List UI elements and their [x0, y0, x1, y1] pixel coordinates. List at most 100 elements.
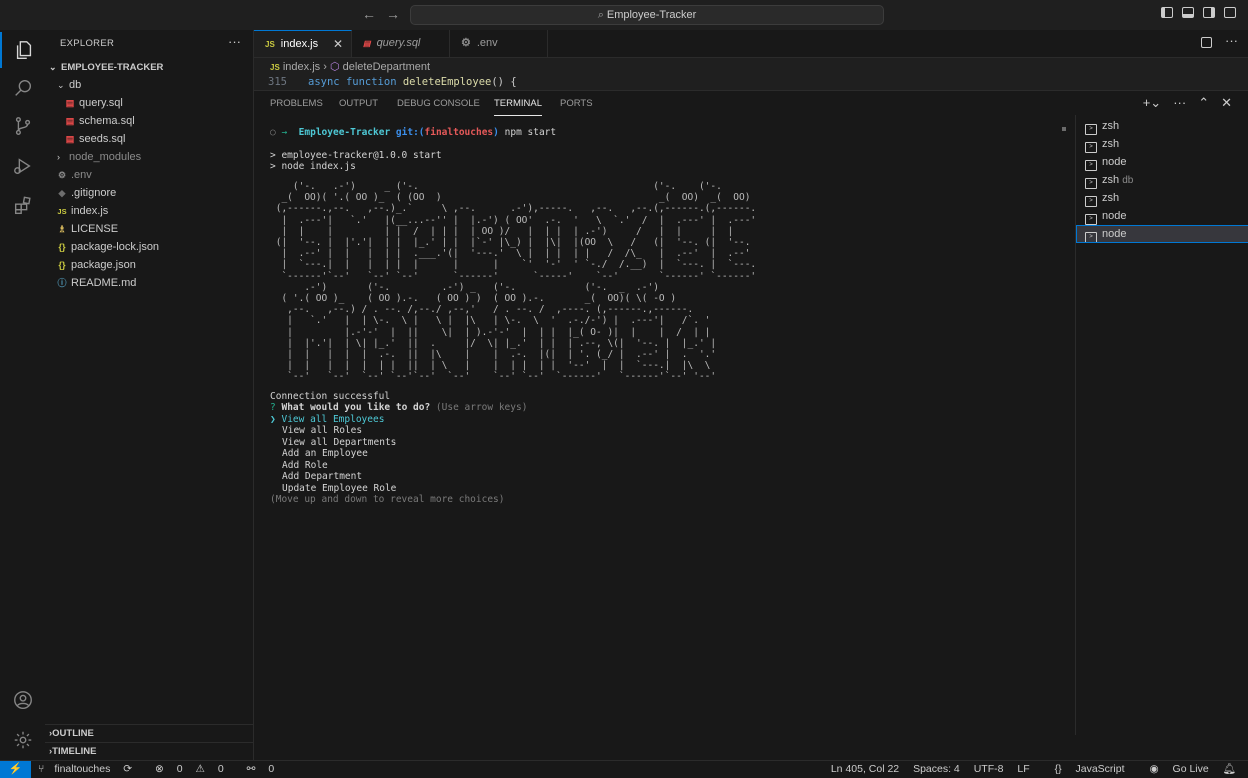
gear-icon: ⚙: [461, 37, 471, 49]
menu-choice[interactable]: View all Departments: [282, 437, 396, 449]
panel-actions: +⌄ ··· ⌃ ✕: [1143, 95, 1232, 111]
extensions-icon[interactable]: [0, 188, 45, 224]
tab-query-sql[interactable]: ▤ query.sql: [352, 30, 450, 57]
maximize-panel-chevron-up-icon[interactable]: ⌃: [1198, 95, 1209, 111]
database-file-icon: ▤: [65, 134, 75, 144]
accounts-icon[interactable]: [0, 682, 45, 718]
new-terminal-plus-icon[interactable]: +⌄: [1143, 95, 1161, 111]
toggle-primary-sidebar-icon[interactable]: [1161, 7, 1173, 18]
outline-section[interactable]: ›OUTLINE: [45, 724, 257, 743]
tree-item-index-js[interactable]: JS index.js: [45, 202, 263, 220]
menu-choice[interactable]: Update Employee Role: [282, 483, 396, 495]
menu-choice[interactable]: Add an Employee: [282, 448, 368, 460]
tree-item-schema-sql[interactable]: ▤ schema.sql: [45, 112, 271, 130]
menu-choice[interactable]: Add Department: [282, 471, 362, 483]
language-label: JavaScript: [1075, 763, 1125, 775]
arrow-right-icon[interactable]: →: [386, 6, 410, 22]
chevron-right-icon: ›: [323, 61, 330, 73]
tree-item-seeds-sql[interactable]: ▤ seeds.sql: [45, 130, 271, 148]
navigation-arrows: ←→: [362, 6, 410, 22]
tree-item-env[interactable]: ⚙ .env: [45, 166, 263, 184]
code-keyword: async: [308, 76, 340, 88]
json-file-icon: {}: [58, 242, 66, 252]
notifications-bell-icon[interactable]: 🔔︎: [1223, 763, 1236, 775]
root-folder-label: EMPLOYEE-TRACKER: [61, 62, 164, 73]
explorer-more-actions-icon[interactable]: ···: [228, 34, 241, 49]
tree-item-package-json[interactable]: {} package.json: [45, 256, 263, 274]
terminal-icon: >: [1085, 196, 1097, 207]
menu-choice[interactable]: Add Role: [282, 460, 328, 472]
run-and-debug-icon[interactable]: [0, 148, 45, 184]
explorer-root-folder[interactable]: ⌄ EMPLOYEE-TRACKER: [45, 58, 257, 76]
terminal-instance-zsh-db[interactable]: > zsh db: [1076, 171, 1248, 189]
customize-layout-icon[interactable]: [1224, 7, 1236, 18]
tab-problems[interactable]: PROBLEMS: [270, 97, 323, 115]
git-close: ): [493, 127, 499, 138]
terminal-instance-node[interactable]: > node: [1076, 207, 1248, 225]
explorer-icon[interactable]: [0, 32, 45, 68]
close-icon[interactable]: ✕: [333, 31, 343, 58]
git-branch-status[interactable]: ⑂ finaltouches ⟳: [38, 763, 142, 775]
command-center-label: Employee-Tracker: [606, 9, 697, 21]
database-file-icon: ▤: [363, 39, 371, 48]
javascript-file-icon: JS: [57, 207, 67, 216]
breadcrumb-symbol[interactable]: deleteDepartment: [343, 61, 430, 73]
encoding[interactable]: UTF-8: [974, 763, 1004, 775]
toggle-panel-icon[interactable]: [1182, 7, 1194, 18]
tree-item-label: seeds.sql: [79, 133, 126, 145]
code-editor[interactable]: 315 async function deleteEmployee() {: [254, 76, 1248, 90]
tree-item-db[interactable]: ⌄ db: [45, 76, 265, 94]
language-mode[interactable]: {} JavaScript: [1044, 763, 1125, 775]
chevron-right-icon: ›: [57, 152, 60, 162]
terminal-instance-node-selected[interactable]: > node: [1076, 225, 1248, 243]
more-actions-icon[interactable]: ···: [1173, 95, 1186, 111]
code-punctuation: () {: [491, 76, 517, 88]
tab-index-js[interactable]: JS index.js ✕: [254, 30, 352, 57]
tree-item-query-sql[interactable]: ▤ query.sql: [45, 94, 271, 112]
tree-item-license[interactable]: ♗ LICENSE: [45, 220, 263, 238]
problems-status[interactable]: ⊗ 0 ⚠ 0: [155, 763, 234, 775]
tab-env[interactable]: ⚙ .env: [450, 30, 548, 57]
more-actions-icon[interactable]: ···: [1225, 33, 1238, 48]
terminal-instance-node[interactable]: > node: [1076, 153, 1248, 171]
search-icon[interactable]: [0, 70, 45, 106]
split-editor-icon[interactable]: [1201, 37, 1212, 48]
tab-ports[interactable]: PORTS: [560, 97, 593, 115]
tab-terminal[interactable]: TERMINAL: [494, 97, 543, 116]
source-control-icon[interactable]: [0, 108, 45, 144]
cursor-position[interactable]: Ln 405, Col 22: [831, 763, 899, 775]
terminal-instance-zsh[interactable]: > zsh: [1076, 135, 1248, 153]
terminal-output[interactable]: ○ → Employee-Tracker git:(finaltouches) …: [270, 125, 1070, 725]
tab-output[interactable]: OUTPUT: [339, 97, 378, 115]
toggle-secondary-sidebar-icon[interactable]: [1203, 7, 1215, 18]
terminal-scrollbar[interactable]: [1062, 127, 1066, 131]
code-keyword: function: [345, 76, 397, 88]
menu-choice[interactable]: View all Roles: [282, 425, 362, 437]
terminal-instance-zsh[interactable]: > zsh: [1076, 189, 1248, 207]
remote-indicator-icon[interactable]: ⚡: [0, 761, 31, 778]
tree-item-node-modules[interactable]: › node_modules: [45, 148, 265, 166]
tree-item-readme-md[interactable]: ⓘ README.md: [45, 274, 263, 292]
end-of-line[interactable]: LF: [1017, 763, 1029, 775]
command-center-search[interactable]: ⌕ Employee-Tracker: [410, 5, 884, 25]
prompt-line: ○ → Employee-Tracker git:(finaltouches) …: [270, 127, 556, 139]
menu-choice-selected[interactable]: ❯ View all Employees: [270, 414, 384, 426]
tree-item-gitignore[interactable]: ◆ .gitignore: [45, 184, 263, 202]
warning-icon: ⚠: [195, 763, 205, 775]
go-live-label: Go Live: [1172, 763, 1209, 775]
indentation[interactable]: Spaces: 4: [913, 763, 960, 775]
breadcrumb-file[interactable]: index.js: [283, 61, 320, 73]
ports-status[interactable]: ⚯ 0: [247, 763, 285, 775]
tree-item-package-lock-json[interactable]: {} package-lock.json: [45, 238, 263, 256]
terminal-icon: >: [1085, 142, 1097, 153]
close-panel-icon[interactable]: ✕: [1221, 95, 1232, 111]
terminal-instance-zsh[interactable]: > zsh: [1076, 117, 1248, 135]
terminal-icon: >: [1085, 214, 1097, 225]
arrow-left-icon[interactable]: ←: [362, 6, 386, 22]
tab-debug-console[interactable]: DEBUG CONSOLE: [397, 97, 480, 115]
manage-gear-icon[interactable]: [0, 722, 45, 758]
code-line: async function deleteEmployee() {: [308, 76, 517, 88]
timeline-section[interactable]: ›TIMELINE: [45, 742, 257, 761]
go-live-button[interactable]: ◉ Go Live: [1138, 763, 1208, 775]
license-icon: ♗: [57, 224, 67, 234]
